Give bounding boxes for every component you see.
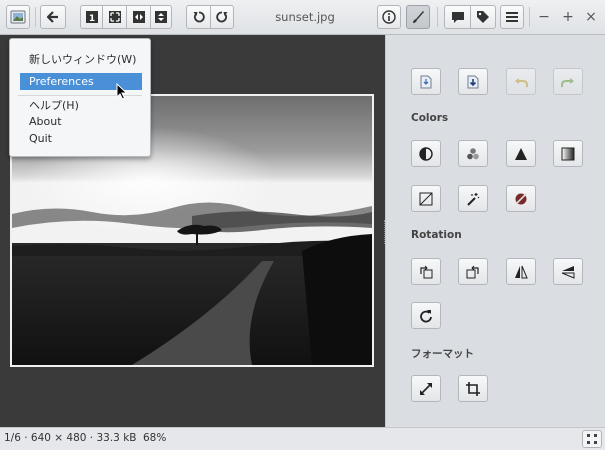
image-viewer-icon	[10, 10, 26, 24]
zoom-fit-best-icon	[108, 11, 121, 23]
magic-wand-icon	[467, 192, 480, 206]
rotate-free-icon	[420, 309, 432, 322]
app-menu-button[interactable]	[6, 5, 30, 29]
zoom-fit-height-button[interactable]	[150, 5, 172, 29]
zoom-level[interactable]: 68%	[143, 432, 166, 444]
edit-sidebar: Colors Rotation フォーマット	[385, 35, 605, 427]
zoom-fit-width-icon	[132, 11, 145, 23]
rotate-left-icon	[193, 11, 205, 23]
gradient-button[interactable]	[553, 140, 583, 167]
menu-item-help[interactable]: ヘルプ(H)	[29, 97, 79, 113]
flip-vertical-icon	[561, 265, 575, 279]
mouse-cursor-icon	[116, 83, 128, 100]
red-eye-button[interactable]	[506, 185, 536, 212]
contrast-button[interactable]	[411, 140, 441, 167]
svg-text:1: 1	[88, 14, 94, 23]
colors-icon	[467, 147, 479, 159]
flip-horizontal-button[interactable]	[506, 258, 536, 285]
save-as-button[interactable]	[458, 68, 488, 95]
gradient-icon	[561, 147, 575, 160]
separator	[437, 7, 438, 27]
save-icon	[420, 75, 432, 88]
section-label-colors: Colors	[411, 112, 449, 124]
resize-icon	[420, 382, 432, 395]
save-as-icon	[467, 75, 479, 88]
curves-button[interactable]	[411, 185, 441, 212]
separator	[35, 7, 36, 27]
red-eye-icon	[515, 192, 527, 205]
menu-item-about[interactable]: About	[29, 115, 62, 128]
minimize-button[interactable]: −	[535, 8, 553, 26]
redo-icon	[561, 77, 574, 87]
fullscreen-button[interactable]	[582, 430, 602, 448]
curves-icon	[419, 192, 433, 205]
resize-button[interactable]	[411, 375, 441, 402]
colors-button[interactable]	[458, 140, 488, 167]
redo-button[interactable]	[553, 68, 583, 95]
separator	[529, 7, 530, 27]
close-button[interactable]: ×	[582, 8, 600, 26]
status-bar: 1/6 · 640 × 480 · 33.3 kB 68%	[0, 427, 605, 450]
properties-button[interactable]	[377, 5, 401, 29]
maximize-button[interactable]: +	[559, 8, 577, 26]
rotate-right-button[interactable]	[210, 5, 234, 29]
contrast-icon	[419, 146, 433, 161]
app-menu-popover: 新しいウィンドウ(W) Preferences ヘルプ(H) About Qui…	[9, 38, 151, 157]
flip-vertical-button[interactable]	[553, 258, 583, 285]
section-label-format: フォーマット	[411, 348, 474, 360]
rotate-cw-button[interactable]	[458, 258, 488, 285]
sharpen-icon	[515, 147, 527, 160]
zoom-original-icon: 1	[85, 11, 98, 23]
tag-button[interactable]	[470, 5, 496, 29]
zoom-fit-best-button[interactable]	[102, 5, 126, 29]
zoom-fit-width-button[interactable]	[126, 5, 150, 29]
menu-item-quit[interactable]: Quit	[29, 132, 52, 145]
back-button[interactable]	[40, 5, 66, 29]
sharpen-button[interactable]	[506, 140, 536, 167]
section-label-rotation: Rotation	[411, 229, 462, 241]
zoom-original-button[interactable]: 1	[80, 5, 102, 29]
rotate-right-icon	[466, 265, 479, 278]
hamburger-menu-icon	[506, 12, 518, 22]
main-menu-button[interactable]	[500, 5, 524, 29]
image-info: 1/6 · 640 × 480 · 33.3 kB	[4, 432, 137, 444]
flip-horizontal-icon	[515, 265, 528, 278]
tag-icon	[477, 11, 489, 23]
undo-icon	[515, 77, 528, 87]
paintbrush-icon	[413, 11, 424, 23]
crop-button[interactable]	[458, 375, 488, 402]
go-back-icon	[47, 11, 58, 23]
rotate-free-button[interactable]	[411, 302, 441, 329]
window-title: sunset.jpg	[275, 10, 335, 24]
rotate-left-icon	[420, 265, 433, 278]
rotate-ccw-button[interactable]	[411, 258, 441, 285]
comment-button[interactable]	[444, 5, 470, 29]
save-button[interactable]	[411, 68, 441, 95]
magic-wand-button[interactable]	[458, 185, 488, 212]
info-icon	[382, 10, 396, 24]
comment-icon	[451, 11, 464, 23]
edit-button[interactable]	[406, 5, 430, 29]
menu-item-new-window[interactable]: 新しいウィンドウ(W)	[29, 51, 136, 67]
rotate-left-button[interactable]	[186, 5, 210, 29]
crop-icon	[466, 381, 480, 396]
rotate-right-icon	[216, 11, 228, 23]
undo-button[interactable]	[506, 68, 536, 95]
header-bar: 1 sunset.jpg − + ×	[0, 0, 605, 35]
zoom-fit-height-icon	[155, 11, 167, 23]
fullscreen-icon	[587, 434, 597, 444]
